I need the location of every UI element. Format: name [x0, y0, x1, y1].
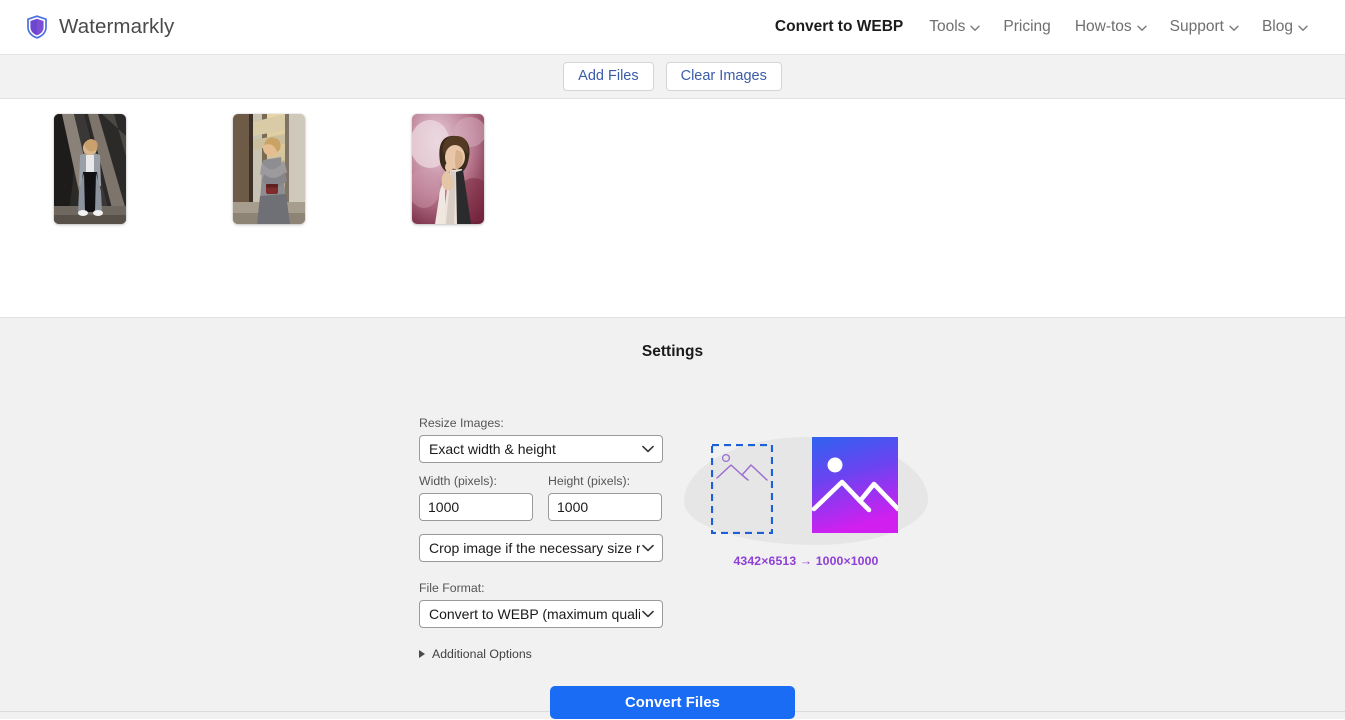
file-format-select[interactable]: Convert to WEBP (maximum quality)Convert… [419, 600, 663, 628]
settings-title: Settings [641, 343, 704, 360]
nav-item-tools[interactable]: Tools [917, 18, 991, 36]
nav-label: Blog [1261, 18, 1293, 35]
height-label: Height (pixels): [548, 474, 631, 488]
table-row[interactable] [54, 114, 126, 224]
height-input[interactable] [548, 493, 662, 521]
chevron-down-icon [1229, 25, 1239, 31]
nav-item-support[interactable]: Support [1158, 18, 1250, 36]
width-input[interactable] [419, 493, 533, 521]
nav-label: Pricing [1003, 18, 1051, 35]
convert-files-button[interactable]: Convert Files [550, 686, 795, 719]
chevron-down-icon [1298, 25, 1308, 31]
table-row[interactable] [412, 114, 484, 224]
convert-button-wrap: Convert Files [0, 686, 1345, 719]
crop-mode-select[interactable]: Crop image if the necessary size require… [419, 534, 663, 562]
additional-options-toggle[interactable]: Additional Options [419, 647, 663, 661]
thumbnail-2-image [233, 114, 305, 224]
additional-options-label: Additional Options [432, 647, 532, 661]
settings-panel: Settings Resize Images: Exact width & he… [0, 318, 1345, 719]
height-group: Height (pixels): [548, 474, 662, 521]
nav-label: Convert to WEBP [774, 18, 904, 35]
nav-label: Tools [929, 18, 966, 35]
settings-body: Resize Images: Exact width & heightDon't… [0, 361, 1345, 720]
image-icon [811, 437, 901, 533]
width-label: Width (pixels): [419, 474, 497, 488]
brand-name: Watermarkly [59, 15, 175, 38]
thumbnail-1-image [54, 114, 126, 224]
dimensions-summary: 4342×6513 → 1000×1000 [733, 554, 879, 568]
resize-preview: 4342×6513 → 1000×1000 [684, 437, 928, 572]
nav-item-blog[interactable]: Blog [1250, 18, 1319, 36]
nav-item-convert-to-webp[interactable]: Convert to WEBP [763, 18, 917, 36]
dashed-image-placeholder-icon [710, 443, 774, 535]
table-row[interactable] [233, 114, 305, 224]
file-format-label: File Format: [419, 581, 485, 595]
image-thumbnail-strip [0, 99, 1345, 318]
nav-item-how-tos[interactable]: How-tos [1063, 18, 1158, 36]
nav-label: Support [1169, 18, 1224, 35]
nav-label: How-tos [1074, 18, 1132, 35]
triangle-right-icon [419, 650, 425, 658]
width-height-row: Width (pixels): Height (pixels): [419, 474, 663, 521]
add-files-button[interactable]: Add Files [563, 61, 654, 92]
site-header: Watermarkly Convert to WEBP Tools Pricin… [0, 0, 1345, 55]
brand-logo[interactable]: Watermarkly [26, 15, 174, 39]
file-toolbar: Add Files Clear Images [0, 55, 1345, 99]
resize-images-label: Resize Images: [419, 416, 504, 430]
chevron-down-icon [970, 25, 981, 31]
chevron-down-icon [1136, 25, 1147, 31]
nav-item-pricing[interactable]: Pricing [991, 18, 1062, 36]
clear-images-button[interactable]: Clear Images [665, 61, 782, 92]
width-group: Width (pixels): [419, 474, 533, 521]
main-navigation: Convert to WEBP Tools Pricing How-tos Su… [763, 18, 1319, 36]
shield-icon [26, 15, 48, 39]
settings-form-column: Resize Images: Exact width & heightDon't… [419, 416, 663, 661]
resize-images-select[interactable]: Exact width & heightDon't resizeWidthHei… [419, 435, 663, 463]
thumbnail-3-image [412, 114, 484, 224]
